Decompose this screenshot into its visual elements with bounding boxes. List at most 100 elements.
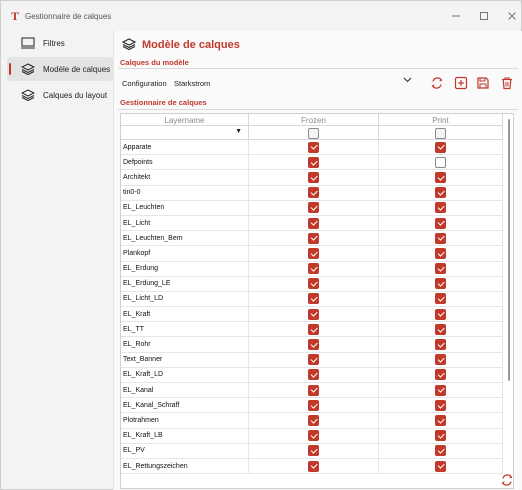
print-cell [379, 337, 503, 352]
print-checkbox[interactable] [435, 323, 446, 335]
sidebar-item-calques-du-layout[interactable]: Calques du layout [7, 83, 113, 107]
frozen-checkbox[interactable] [308, 278, 319, 290]
layer-name-cell: EL_Rohr [121, 337, 249, 352]
print-checkbox[interactable] [435, 141, 446, 153]
frozen-checkbox[interactable] [308, 369, 319, 381]
print-checkbox[interactable] [435, 202, 446, 214]
frozen-checkbox[interactable] [308, 202, 319, 214]
section-divider [118, 109, 518, 110]
print-checkbox[interactable] [435, 156, 446, 168]
sidebar: Filtres Modèle de calques Calques du lay… [7, 31, 113, 109]
frozen-checkbox[interactable] [308, 141, 319, 153]
refresh-button[interactable] [499, 473, 515, 487]
print-checkbox[interactable] [435, 187, 446, 199]
table-row[interactable]: Plankopf [121, 246, 503, 262]
frozen-checkbox[interactable] [308, 384, 319, 396]
vertical-scrollbar[interactable] [506, 115, 512, 487]
print-checkbox[interactable] [435, 171, 446, 183]
print-checkbox[interactable] [435, 247, 446, 259]
column-header-print[interactable]: Print [379, 114, 503, 126]
frozen-checkbox[interactable] [308, 263, 319, 275]
sync-button[interactable] [428, 74, 446, 92]
save-button[interactable] [474, 74, 492, 92]
table-row[interactable]: Defpoints [121, 155, 503, 171]
table-row[interactable]: EL_Leuchten_Bem [121, 231, 503, 247]
print-checkbox[interactable] [435, 384, 446, 396]
scrollbar-thumb[interactable] [508, 119, 510, 381]
minimize-button[interactable] [441, 7, 471, 25]
table-row[interactable]: EL_Erdung [121, 261, 503, 277]
table-row[interactable]: EL_PV [121, 443, 503, 459]
table-row[interactable]: tin0-0 [121, 185, 503, 201]
sidebar-item-filtres[interactable]: Filtres [7, 31, 113, 55]
table-row[interactable]: EL_Licht [121, 215, 503, 232]
print-checkbox[interactable] [435, 263, 446, 275]
frozen-checkbox[interactable] [308, 399, 319, 411]
frozen-checkbox[interactable] [308, 430, 319, 442]
print-checkbox[interactable] [435, 308, 446, 320]
print-cell [379, 246, 503, 261]
table-row[interactable]: EL_Erdung_LE [121, 276, 503, 292]
print-checkbox[interactable] [435, 232, 446, 244]
frozen-checkbox[interactable] [308, 460, 319, 472]
table-row[interactable]: EL_Kraft_LB [121, 428, 503, 444]
table-row[interactable]: EL_Kraft [121, 307, 503, 323]
print-checkbox[interactable] [435, 278, 446, 290]
maximize-button[interactable] [469, 7, 499, 25]
frozen-checkbox[interactable] [308, 187, 319, 199]
frozen-checkbox[interactable] [308, 445, 319, 457]
configuration-select[interactable]: Starkstrom [174, 75, 412, 91]
add-config-button[interactable] [452, 74, 470, 92]
frozen-cell [249, 261, 379, 276]
layer-name-cell: EL_Leuchten_Bem [121, 231, 249, 246]
table-row[interactable]: EL_Rohr [121, 337, 503, 353]
sidebar-item-label: Calques du layout [43, 90, 108, 100]
frozen-checkbox[interactable] [308, 339, 319, 351]
print-checkbox[interactable] [435, 445, 446, 457]
frozen-checkbox[interactable] [308, 308, 319, 320]
layername-filter[interactable]: ▼ [121, 126, 249, 140]
print-select-all-checkbox[interactable] [435, 127, 446, 139]
table-row[interactable]: EL_TT [121, 322, 503, 338]
frozen-select-all-checkbox[interactable] [308, 127, 319, 139]
frozen-cell [249, 185, 379, 200]
table-row[interactable]: EL_Rettungszeichen [121, 458, 503, 475]
table-row[interactable]: EL_Kraft_LD [121, 367, 503, 383]
table-row[interactable]: Plotrahmen [121, 413, 503, 429]
table-row[interactable]: EL_Licht_LD [121, 291, 503, 308]
print-checkbox[interactable] [435, 293, 446, 305]
sidebar-item-modele-de-calques[interactable]: Modèle de calques [7, 57, 113, 81]
print-checkbox[interactable] [435, 369, 446, 381]
frozen-checkbox[interactable] [308, 232, 319, 244]
table-row[interactable]: Architekt [121, 170, 503, 186]
print-checkbox[interactable] [435, 430, 446, 442]
print-checkbox[interactable] [435, 399, 446, 411]
layer-name-cell: EL_Kraft [121, 307, 249, 322]
table-row[interactable]: EL_Kanal_Schraff [121, 398, 503, 414]
table-row[interactable]: Text_Banner [121, 352, 503, 368]
refresh-icon [431, 77, 443, 89]
table-row[interactable]: EL_Leuchten [121, 200, 503, 216]
column-header-layername[interactable]: Layername [121, 114, 249, 126]
layer-name-cell: EL_Kanal_Schraff [121, 398, 249, 413]
print-checkbox[interactable] [435, 460, 446, 472]
frozen-checkbox[interactable] [308, 217, 319, 229]
print-cell [379, 276, 503, 291]
frozen-checkbox[interactable] [308, 247, 319, 259]
frozen-checkbox[interactable] [308, 323, 319, 335]
close-button[interactable] [497, 7, 522, 25]
frozen-checkbox[interactable] [308, 354, 319, 366]
print-checkbox[interactable] [435, 339, 446, 351]
column-header-frozen[interactable]: Frozen [249, 114, 379, 126]
frozen-checkbox[interactable] [308, 171, 319, 183]
layer-name-cell: tin0-0 [121, 185, 249, 200]
print-checkbox[interactable] [435, 414, 446, 426]
table-row[interactable]: Apparate [121, 140, 503, 156]
frozen-checkbox[interactable] [308, 156, 319, 168]
print-checkbox[interactable] [435, 354, 446, 366]
frozen-checkbox[interactable] [308, 414, 319, 426]
table-row[interactable]: EL_Kanal [121, 383, 503, 399]
print-checkbox[interactable] [435, 217, 446, 229]
delete-button[interactable] [498, 74, 516, 92]
frozen-checkbox[interactable] [308, 293, 319, 305]
